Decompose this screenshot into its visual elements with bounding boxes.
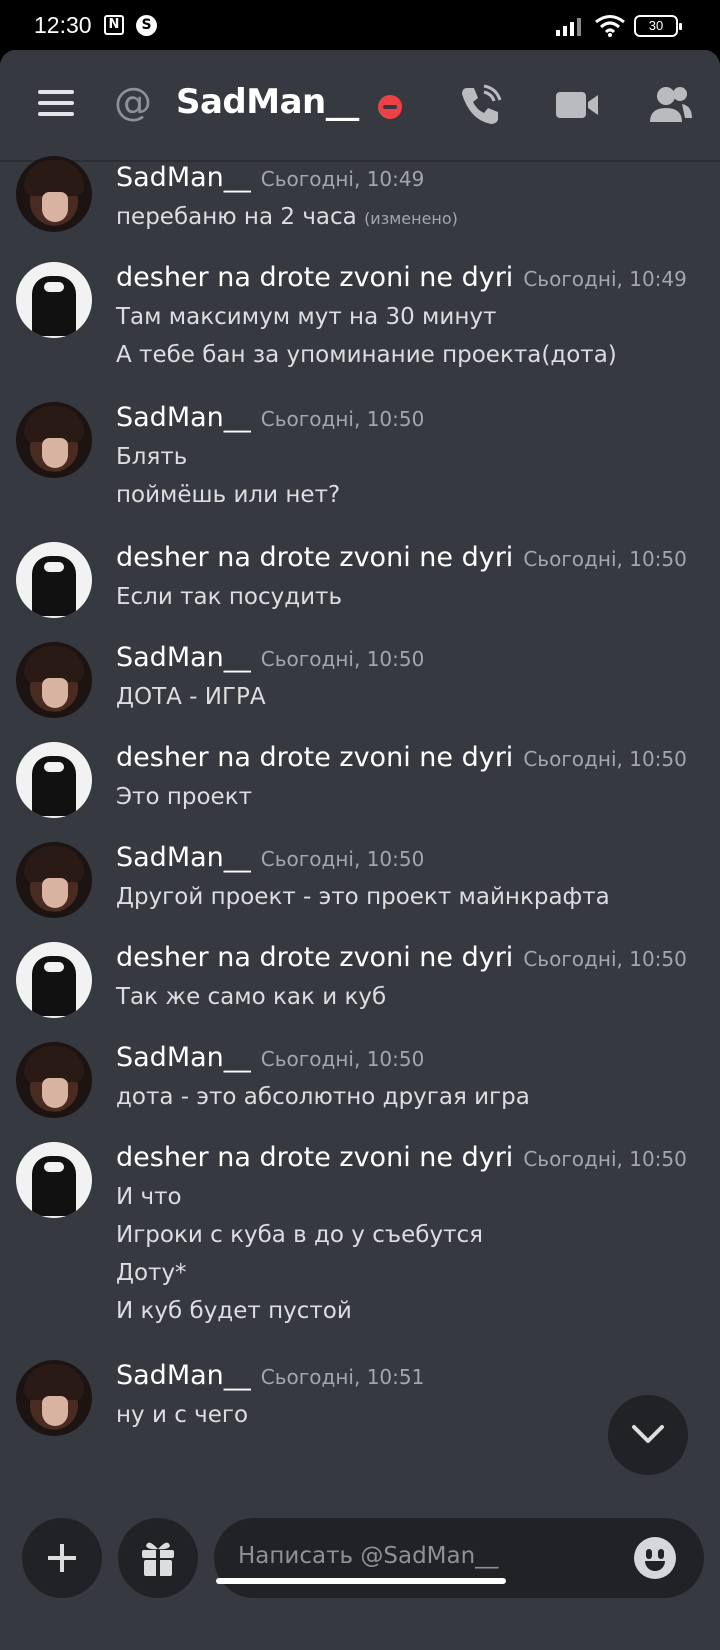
message-author[interactable]: desher na drote zvoni ne dyri Сьогодні, 1…: [116, 262, 687, 293]
video-call-icon[interactable]: [552, 80, 602, 130]
message-author[interactable]: desher na drote zvoni ne dyri Сьогодні, 1…: [116, 942, 687, 973]
message-timestamp: Сьогодні, 10:50: [260, 647, 425, 671]
menu-icon[interactable]: [38, 90, 74, 118]
message-text: А тебе бан за упоминание проекта(дота): [116, 342, 617, 368]
message-timestamp: Сьогодні, 10:50: [523, 1147, 687, 1171]
avatar[interactable]: [16, 156, 92, 232]
message-author[interactable]: desher na drote zvoni ne dyri Сьогодні, 1…: [116, 1142, 687, 1173]
battery-icon: 30: [634, 15, 682, 37]
nfc-icon: N: [104, 15, 124, 35]
message-list: SadMan__ Сьогодні, 10:49 перебаню на 2 ча…: [0, 156, 720, 1562]
status-time: 12:30: [34, 12, 92, 38]
message-text: И что: [116, 1184, 182, 1210]
status-bar: 12:30 N S 30: [0, 0, 720, 50]
avatar[interactable]: [16, 842, 92, 918]
message-text: Это проект: [116, 784, 252, 810]
avatar[interactable]: [16, 402, 92, 478]
message-author[interactable]: SadMan__ Сьогодні, 10:50: [116, 402, 424, 433]
avatar[interactable]: [16, 742, 92, 818]
signal-icon: [556, 18, 581, 36]
message-text: ДОТА - ИГРА: [116, 684, 266, 710]
phone-call-icon[interactable]: [456, 80, 506, 130]
avatar[interactable]: [16, 262, 92, 338]
avatar[interactable]: [16, 1142, 92, 1218]
message-author[interactable]: SadMan__ Сьогодні, 10:50: [116, 842, 424, 873]
message-text: И куб будет пустой: [116, 1298, 352, 1324]
message-text: Другой проект - это проект майнкрафта: [116, 884, 610, 910]
avatar[interactable]: [16, 942, 92, 1018]
edited-label: (изменено): [364, 209, 458, 228]
message-timestamp: Сьогодні, 10:50: [260, 847, 425, 871]
do-not-disturb-icon: [378, 95, 402, 119]
message-timestamp: Сьогодні, 10:49: [260, 167, 425, 191]
wifi-icon: [595, 15, 625, 37]
message-timestamp: Сьогодні, 10:51: [260, 1365, 425, 1389]
message-author[interactable]: SadMan__ Сьогодні, 10:50: [116, 642, 424, 673]
avatar[interactable]: [16, 1042, 92, 1118]
message-text: Доту*: [116, 1260, 187, 1286]
message-author[interactable]: SadMan__ Сьогодні, 10:49: [116, 162, 424, 193]
message-author[interactable]: desher na drote zvoni ne dyri Сьогодні, 1…: [116, 742, 687, 773]
at-icon: @: [114, 80, 152, 124]
message-text: Блять: [116, 444, 188, 470]
message-author[interactable]: SadMan__ Сьогодні, 10:51: [116, 1360, 424, 1391]
message-text: дота - это абсолютно другая игра: [116, 1084, 530, 1110]
message-timestamp: Сьогодні, 10:50: [260, 407, 425, 431]
emoji-icon[interactable]: [634, 1537, 676, 1579]
message-timestamp: Сьогодні, 10:50: [523, 547, 687, 571]
page-title[interactable]: SadMan__: [176, 82, 359, 122]
message-text: поймёшь или нет?: [116, 482, 341, 508]
jump-to-latest-button[interactable]: [608, 1395, 688, 1475]
home-indicator[interactable]: [216, 1578, 506, 1584]
chat-header: @ SadMan__: [0, 50, 720, 162]
plus-icon: [48, 1544, 76, 1572]
message-input[interactable]: Написать @SadMan__: [214, 1518, 704, 1598]
avatar[interactable]: [16, 1360, 92, 1436]
add-attachment-button[interactable]: [22, 1518, 102, 1598]
gift-button[interactable]: [118, 1518, 198, 1598]
message-text: Игроки с куба в до у съебутся: [116, 1222, 483, 1248]
members-icon[interactable]: [646, 80, 696, 130]
gift-icon: [142, 1542, 174, 1576]
message-author[interactable]: desher na drote zvoni ne dyri Сьогодні, 1…: [116, 542, 687, 573]
message-text: Так же само как и куб: [116, 984, 387, 1010]
avatar[interactable]: [16, 642, 92, 718]
avatar[interactable]: [16, 542, 92, 618]
message-input-placeholder: Написать @SadMan__: [238, 1543, 499, 1569]
message-text: ну и с чего: [116, 1402, 249, 1428]
message-text: Там максимум мут на 30 минут: [116, 304, 497, 330]
message-author[interactable]: SadMan__ Сьогодні, 10:50: [116, 1042, 424, 1073]
message-timestamp: Сьогодні, 10:50: [523, 947, 687, 971]
app-window: @ SadMan__ SadMan__ Сьогодні, 10:49 переб…: [0, 50, 720, 1650]
app-notification-icon: S: [136, 15, 157, 36]
message-timestamp: Сьогодні, 10:49: [523, 267, 687, 291]
message-text: перебаню на 2 часа (изменено): [116, 204, 458, 230]
message-timestamp: Сьогодні, 10:50: [260, 1047, 425, 1071]
message-text: Если так посудить: [116, 584, 343, 610]
chevron-down-icon: [632, 1425, 664, 1443]
message-timestamp: Сьогодні, 10:50: [523, 747, 687, 771]
